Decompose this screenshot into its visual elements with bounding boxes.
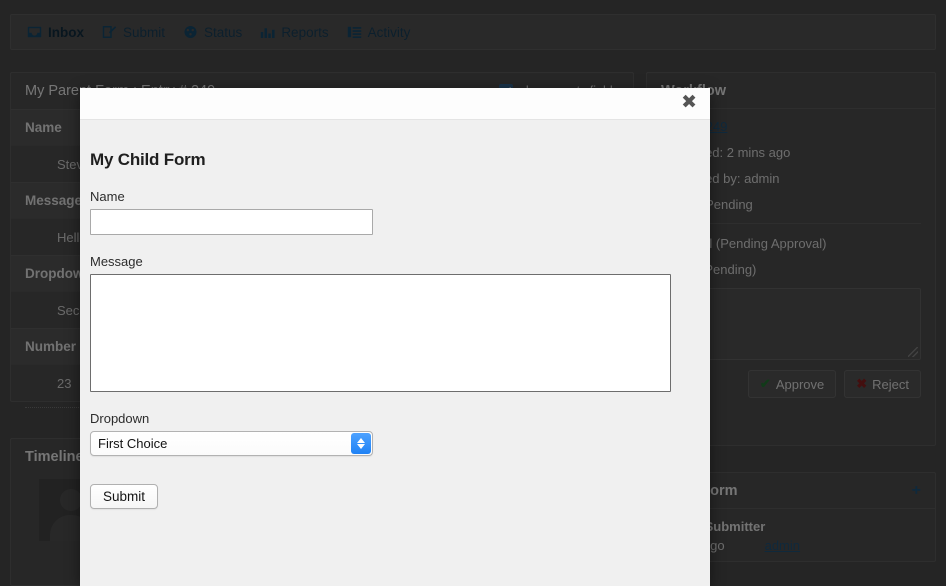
message-textarea[interactable] <box>90 274 671 392</box>
modal-header: ✖ <box>80 88 710 120</box>
name-input[interactable] <box>90 209 373 235</box>
chevron-updown-icon[interactable] <box>351 433 371 454</box>
modal-form-title: My Child Form <box>90 150 206 169</box>
modal-body: My Child Form Name Message Dropdown Firs… <box>80 120 710 509</box>
submit-button[interactable]: Submit <box>90 484 159 509</box>
child-form-modal: ✖ My Child Form Name Message Dropdown Fi… <box>80 88 710 586</box>
name-field-label: Name <box>90 189 125 204</box>
message-field-label: Message <box>90 254 143 269</box>
close-icon[interactable]: ✖ <box>677 92 701 113</box>
dropdown-select[interactable]: First Choice <box>90 431 373 456</box>
dropdown-field-label: Dropdown <box>90 411 150 426</box>
dropdown-selected-value[interactable]: First Choice <box>90 431 373 456</box>
